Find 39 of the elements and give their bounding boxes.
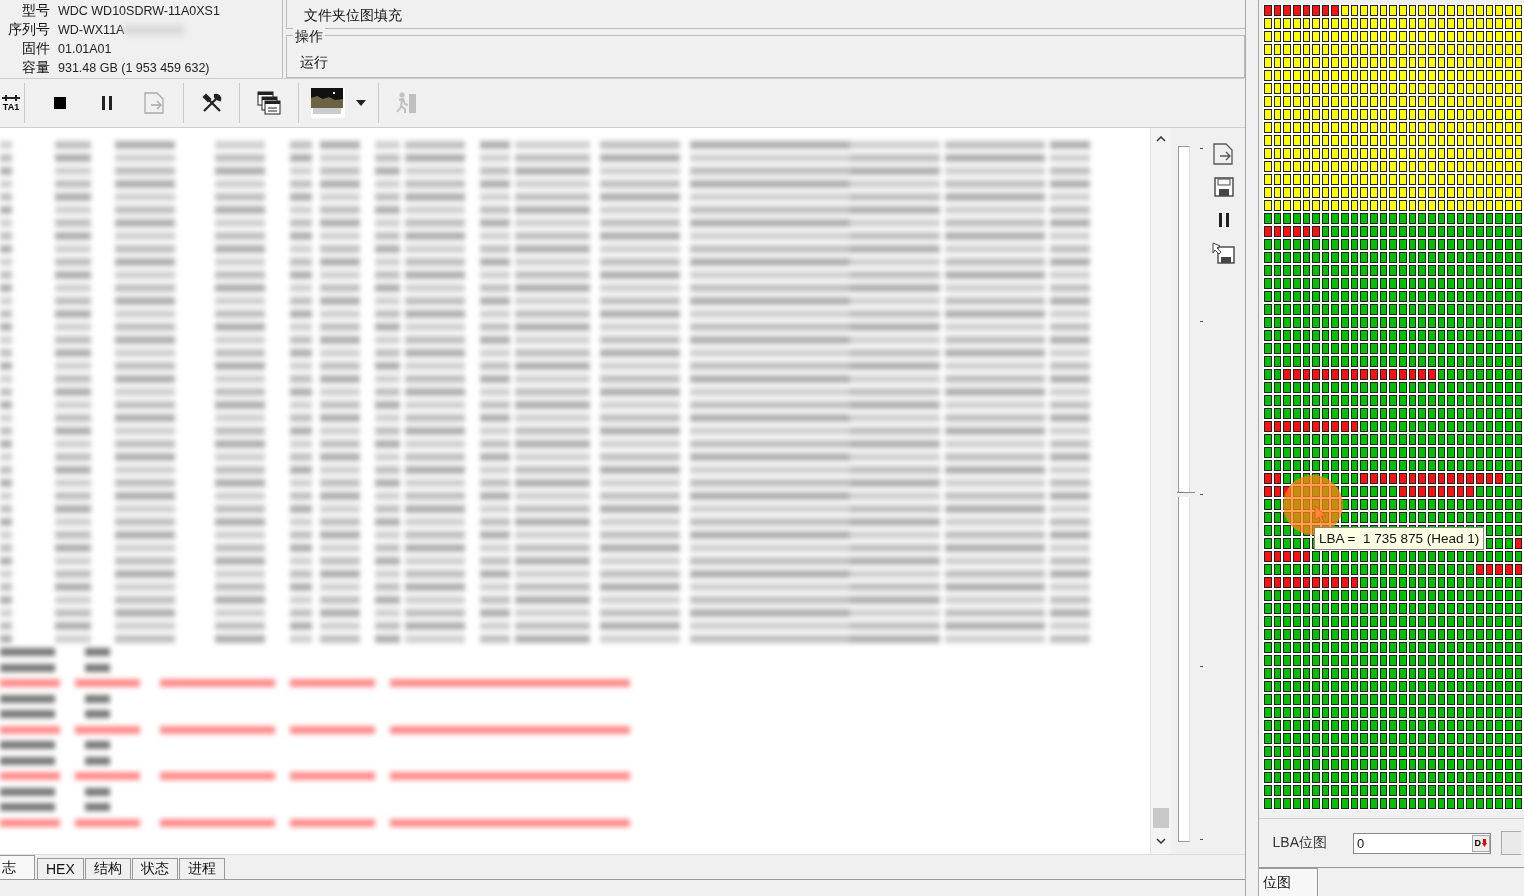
image-thumbnail-icon (311, 88, 345, 118)
tooltip: LBA = 1 735 875 (Head 1) (1314, 527, 1485, 550)
caret-icon (356, 100, 366, 106)
scrollbar-thumb[interactable] (1153, 808, 1169, 828)
group-legend: 操作 (293, 28, 325, 46)
operation-value: 运行 (300, 54, 328, 70)
tab[interactable]: 志 (0, 855, 35, 879)
scroll-up-icon[interactable] (1156, 136, 1166, 142)
lba-input-field[interactable]: 0 D (1353, 832, 1491, 854)
tab[interactable]: 进程 (178, 858, 225, 879)
pointer-icon (1314, 505, 1326, 523)
tab[interactable]: 状态 (131, 858, 178, 879)
down-arrow-icon (1482, 839, 1487, 847)
info-label: 型号 (21, 1, 50, 20)
connector-icon (2, 94, 20, 102)
direction-button[interactable]: D (1471, 834, 1490, 852)
info-value: WDC WD10SDRW-11A0XS1 (58, 3, 220, 18)
windows-icon (257, 91, 281, 115)
mode-title: 文件夹位图填充 (286, 0, 1245, 29)
vertical-scrollbar[interactable] (1151, 128, 1171, 854)
scroll-down-icon[interactable] (1156, 838, 1166, 844)
info-value: 931.48 GB (1 953 459 632) (58, 60, 210, 75)
info-value: WD-WX11A (58, 22, 125, 37)
tools-icon (201, 92, 223, 114)
info-label: 固件 (21, 39, 50, 58)
stop-icon (53, 96, 67, 110)
port-button[interactable]: TA1 (0, 83, 22, 123)
pause-icon (1217, 211, 1231, 228)
info-label: 序列号 (7, 20, 50, 39)
pause-icon (100, 95, 114, 111)
tab[interactable]: HEX (37, 858, 84, 879)
tab[interactable]: 位图 (1259, 868, 1318, 896)
field-label: LBA位图 (1271, 834, 1327, 852)
info-label: 容量 (21, 58, 50, 77)
slider[interactable] (1175, 144, 1194, 844)
floppy-arrow-icon (1212, 240, 1236, 265)
info-value: 01.01A01 (58, 41, 112, 56)
running-figure-icon (394, 92, 418, 114)
tab[interactable]: 结构 (84, 858, 131, 879)
